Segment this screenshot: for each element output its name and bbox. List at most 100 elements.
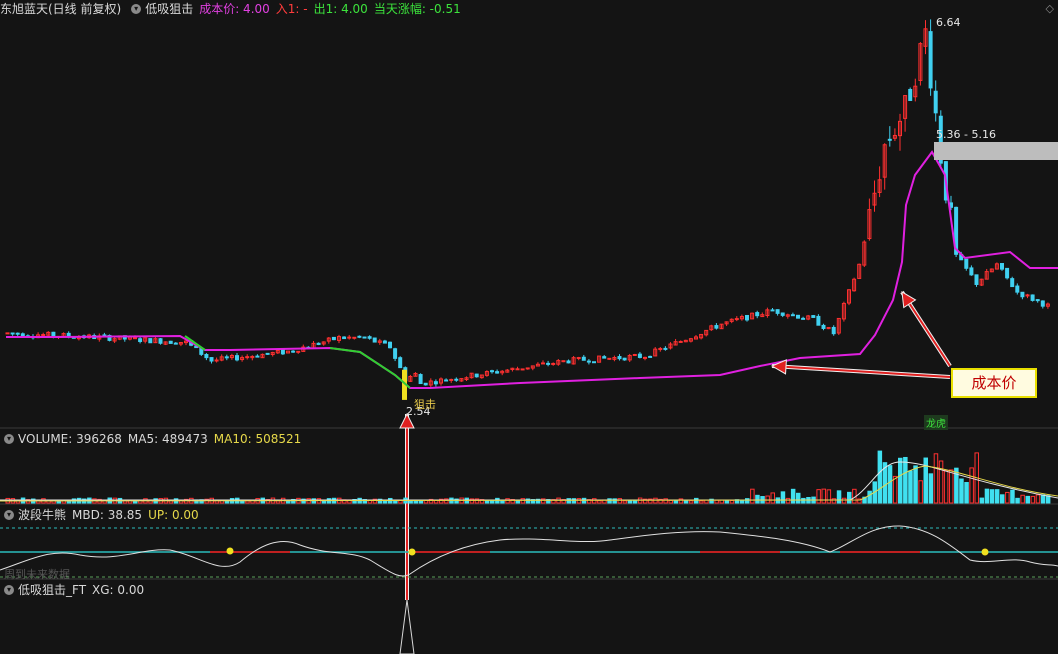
volume-bar bbox=[592, 498, 597, 504]
circle-toggle-icon[interactable]: ▾ bbox=[4, 434, 14, 444]
candle-body bbox=[581, 356, 586, 361]
volume-bar bbox=[683, 500, 689, 504]
lhb-badge[interactable]: 龙虎 bbox=[924, 415, 948, 430]
candle-body bbox=[586, 360, 591, 363]
candle-body bbox=[342, 336, 347, 340]
candle-body bbox=[607, 357, 612, 360]
diamond-icon[interactable]: ◇ bbox=[1046, 2, 1054, 15]
candle-body bbox=[561, 360, 566, 363]
stock-title[interactable]: 东旭蓝天(日线 前复权) bbox=[0, 0, 121, 18]
candle-body bbox=[714, 325, 719, 329]
candle-body bbox=[790, 314, 795, 317]
candle-body bbox=[831, 326, 836, 335]
candle-body bbox=[209, 357, 214, 362]
out-value: 出1: 4.00 bbox=[313, 2, 368, 16]
volume-bar bbox=[724, 499, 730, 504]
candle-body bbox=[1040, 300, 1045, 307]
osc-name[interactable]: 波段牛熊 bbox=[18, 506, 66, 524]
volume-bar bbox=[275, 500, 281, 504]
candle-body bbox=[928, 31, 933, 89]
volume-bar bbox=[393, 500, 398, 504]
volume-bar bbox=[933, 453, 939, 504]
volume-bar bbox=[541, 498, 546, 504]
volume-panel-header: ▾ VOLUME: 396268 MA5: 489473 MA10: 50852… bbox=[0, 430, 307, 448]
candle-body bbox=[398, 357, 403, 369]
circle-toggle-icon[interactable]: ▾ bbox=[131, 4, 142, 14]
volume-bar bbox=[836, 490, 842, 504]
candle-body bbox=[887, 138, 892, 141]
candle-body bbox=[331, 336, 336, 341]
candle-body bbox=[224, 356, 229, 359]
candle-body bbox=[770, 309, 775, 312]
candle-body bbox=[173, 342, 178, 345]
volume-bar bbox=[821, 488, 826, 504]
circle-toggle-icon[interactable]: ▾ bbox=[4, 585, 14, 595]
candle-body bbox=[372, 337, 377, 343]
volume-bar bbox=[755, 494, 760, 504]
kline-chart[interactable] bbox=[0, 0, 1058, 654]
volume-bar bbox=[627, 500, 633, 504]
candle-body bbox=[566, 360, 571, 364]
candle-body bbox=[551, 362, 556, 365]
candle-body bbox=[811, 315, 816, 318]
candle-body bbox=[168, 340, 173, 344]
volume-bar bbox=[1040, 494, 1046, 504]
volume-bar bbox=[989, 489, 995, 504]
volume-bar bbox=[816, 489, 821, 504]
circle-toggle-icon[interactable]: ▾ bbox=[4, 510, 14, 520]
volume-bar bbox=[1025, 495, 1030, 504]
volume-bar bbox=[688, 500, 694, 504]
volume-bar bbox=[877, 450, 883, 504]
candle-body bbox=[352, 336, 357, 339]
volume-bar bbox=[597, 500, 602, 504]
ma5-value: MA5: 489473 bbox=[127, 432, 208, 446]
candle-body bbox=[775, 309, 780, 314]
candle-body bbox=[265, 352, 270, 355]
volume-bar bbox=[745, 498, 750, 504]
candle-body bbox=[474, 373, 479, 378]
candle-body bbox=[245, 356, 250, 359]
up-value: UP: 0.00 bbox=[148, 508, 199, 522]
ma10-value: MA10: 508521 bbox=[213, 432, 302, 446]
cost-value: 成本价: 4.00 bbox=[199, 2, 270, 16]
volume-bar bbox=[841, 497, 847, 504]
candle-body bbox=[520, 368, 525, 371]
candle-body bbox=[801, 317, 806, 320]
mbd-value: MBD: 38.85 bbox=[72, 508, 143, 522]
volume-bar bbox=[622, 500, 628, 504]
volume-bar bbox=[750, 488, 755, 504]
volume-bar bbox=[699, 500, 704, 504]
candle-body bbox=[1005, 267, 1010, 279]
volume-bar bbox=[867, 490, 872, 504]
volume-bar bbox=[484, 500, 490, 504]
candle-body bbox=[643, 356, 647, 359]
volume-bar bbox=[770, 492, 775, 504]
candle-body bbox=[592, 361, 596, 364]
volume-bar bbox=[632, 500, 638, 504]
cost-callout-box: 成本价 bbox=[951, 368, 1037, 398]
candle-body bbox=[255, 355, 260, 358]
candle-body bbox=[745, 314, 749, 321]
candle-body bbox=[546, 362, 551, 365]
xg-spike bbox=[399, 599, 415, 654]
candle-body bbox=[780, 312, 785, 316]
candle-body bbox=[444, 379, 449, 382]
candle-body bbox=[637, 353, 642, 358]
candle-body bbox=[433, 381, 438, 385]
candle-body bbox=[357, 335, 362, 338]
change-value: 当天涨幅: -0.51 bbox=[373, 2, 461, 16]
candle-body bbox=[138, 338, 143, 342]
candle-body bbox=[133, 337, 137, 340]
xg-name[interactable]: 低吸狙击_FT bbox=[18, 581, 86, 599]
volume-bar bbox=[663, 498, 668, 504]
volume-bar bbox=[903, 456, 908, 504]
volume-bar bbox=[994, 489, 1000, 504]
volume-bar bbox=[245, 500, 250, 504]
candle-body bbox=[367, 336, 372, 339]
candle-body bbox=[617, 356, 622, 360]
candle-body bbox=[204, 354, 209, 359]
volume-bar bbox=[847, 491, 852, 504]
indicator-name[interactable]: 低吸狙击 bbox=[145, 0, 193, 18]
arrow-to-cost bbox=[771, 365, 951, 378]
candle-body bbox=[678, 340, 683, 343]
